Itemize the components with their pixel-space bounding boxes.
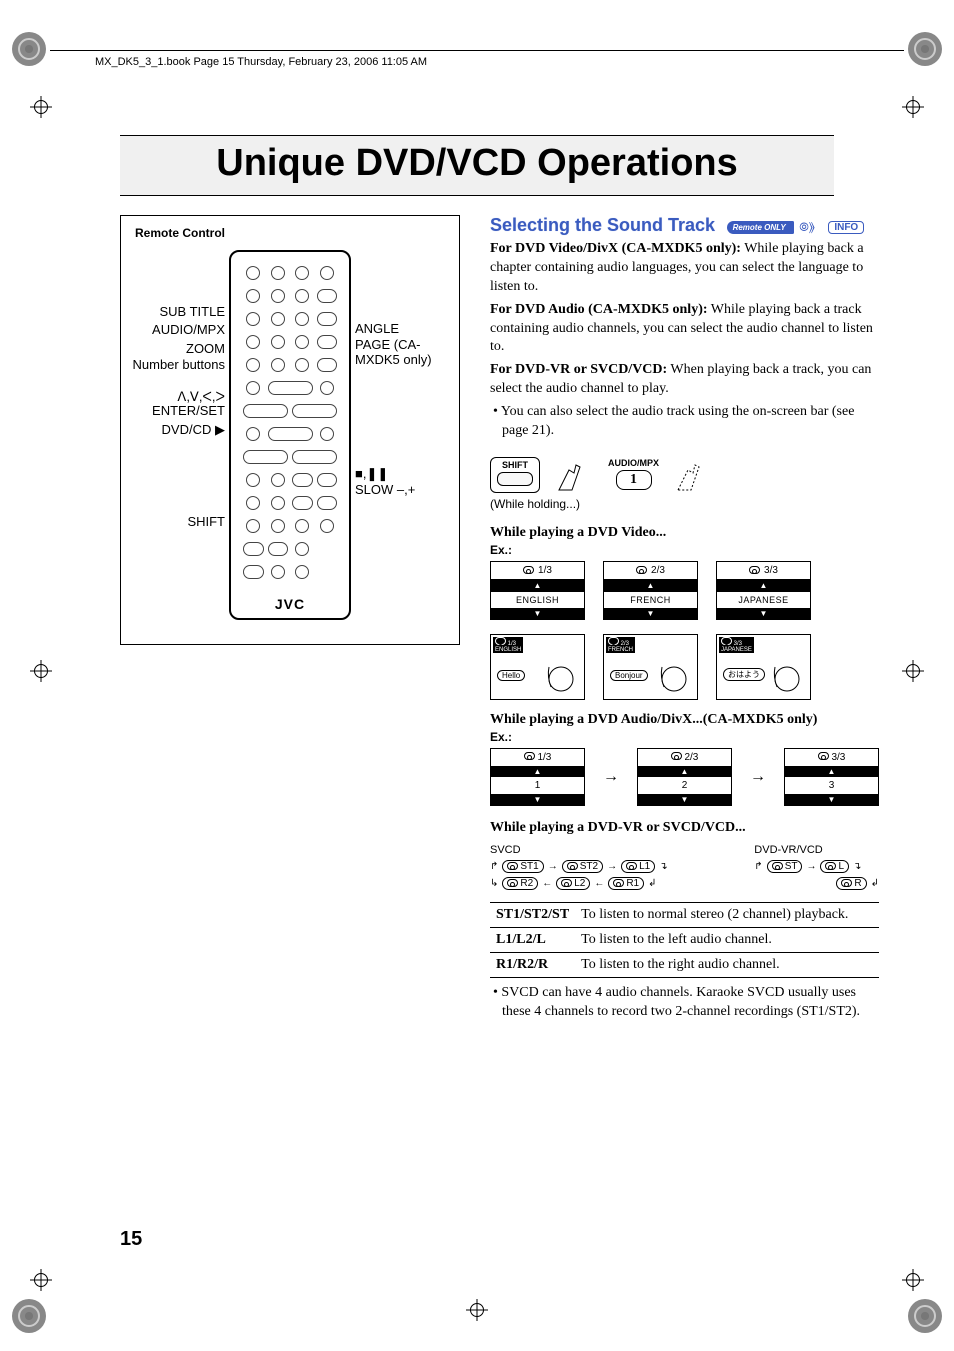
label-stop-pause: ■,❚❚: [355, 467, 455, 481]
lang-item-french: 2/3 ▲ FRENCH ▼: [603, 561, 698, 620]
remote-illustration: JVC: [229, 250, 351, 620]
audio-track-row: 1/3 ▲ 1 ▼ → 2/3 ▲ 2 ▼ → 3/3 ▲ 3 ▼: [490, 748, 879, 806]
header-rule: [50, 50, 904, 51]
audio-item-3: 3/3 ▲ 3 ▼: [784, 748, 879, 806]
remote-control-diagram: Remote Control SUB TITLE AUDIO/MPX ZOOM …: [120, 215, 460, 645]
remote-left-labels: SUB TITLE AUDIO/MPX ZOOM Number buttons …: [125, 250, 225, 620]
broadcast-icon: ⦾⟫: [799, 220, 815, 235]
remote-right-labels: ANGLE PAGE (CA-MXDK5 only) ■,❚❚ SLOW –,+: [355, 250, 455, 620]
channel-description-table: ST1/ST2/STTo listen to normal stereo (2 …: [490, 902, 879, 978]
reg-mark-left-top: [30, 96, 52, 118]
label-audio-mpx: AUDIO/MPX: [125, 323, 225, 337]
finger-icon-right: [673, 455, 713, 495]
audio-item-2: 2/3 ▲ 2 ▼: [637, 748, 732, 806]
left-column: Remote Control SUB TITLE AUDIO/MPX ZOOM …: [120, 215, 460, 1026]
jvc-logo: JVC: [275, 596, 305, 612]
ex-label-1: Ex.:: [490, 543, 879, 557]
content-area: Remote Control SUB TITLE AUDIO/MPX ZOOM …: [120, 215, 834, 1026]
crop-mark-bl: [12, 1299, 46, 1333]
reg-mark-right-top: [902, 96, 924, 118]
reg-mark-right-bot: [902, 1269, 924, 1291]
right-column: Selecting the Sound Track Remote ONLY ⦾⟫…: [490, 215, 879, 1026]
arrow-icon: →: [603, 768, 619, 786]
book-header-text: MX_DK5_3_1.book Page 15 Thursday, Februa…: [95, 56, 427, 68]
info-badge: INFO: [828, 221, 864, 234]
lang-item-japanese: 3/3 ▲ JAPANESE ▼: [716, 561, 811, 620]
remote-only-badge: Remote ONLY: [727, 221, 794, 234]
crop-mark-tr: [908, 32, 942, 66]
crop-mark-tl: [12, 32, 46, 66]
language-indicator-row: 1/3 ▲ ENGLISH ▼ 2/3 ▲ FRENCH ▼ 3/3 ▲ JAP…: [490, 561, 879, 620]
svcd-cycle: SVCD ↱ ST1→ ST2→ L1 ↴ ↳ R2← L2← R1 ↲: [490, 844, 714, 890]
page-number: 15: [120, 1228, 142, 1251]
reg-mark-right-mid: [902, 660, 924, 682]
lang-item-english: 1/3 ▲ ENGLISH ▼: [490, 561, 585, 620]
shift-button-illustration: SHIFT: [490, 457, 540, 493]
label-page: PAGE (CA-MXDK5 only): [355, 338, 455, 367]
reg-mark-bottom-center: [466, 1299, 488, 1321]
table-row: L1/L2/LTo listen to the left audio chann…: [490, 927, 879, 952]
label-zoom: ZOOM: [125, 342, 225, 356]
remote-button-grid: [237, 258, 343, 592]
audio-mpx-button-illustration: AUDIO/MPX 1: [608, 458, 659, 492]
page-title: Unique DVD/VCD Operations: [120, 142, 834, 185]
subhead-dvd-video: While playing a DVD Video...: [490, 525, 879, 541]
label-subtitle: SUB TITLE: [125, 305, 225, 319]
table-row: ST1/ST2/STTo listen to normal stereo (2 …: [490, 902, 879, 927]
bullet-onscreen-bar: You can also select the audio track usin…: [490, 403, 879, 441]
label-angle: ANGLE: [355, 322, 455, 336]
tv-japanese: 3/3JAPANESE おはよう: [716, 634, 811, 700]
section-header-row: Selecting the Sound Track Remote ONLY ⦾⟫…: [490, 215, 879, 236]
subhead-dvd-vr-svcd: While playing a DVD-VR or SVCD/VCD...: [490, 820, 879, 836]
table-row: R1/R2/RTo listen to the right audio chan…: [490, 952, 879, 977]
crop-mark-br: [908, 1299, 942, 1333]
para-dvd-audio: For DVD Audio (CA-MXDK5 only): While pla…: [490, 301, 879, 358]
label-dvd-cd: DVD/CD ▶: [125, 423, 225, 437]
finger-icon-left: [554, 455, 594, 495]
audio-item-1: 1/3 ▲ 1 ▼: [490, 748, 585, 806]
press-diagram: SHIFT AUDIO/MPX 1: [490, 455, 879, 495]
label-shift: SHIFT: [125, 515, 225, 529]
reg-mark-left-mid: [30, 660, 52, 682]
ex-label-2: Ex.:: [490, 730, 879, 744]
tv-french: 2/3FRENCH Bonjour: [603, 634, 698, 700]
dvdvr-cycle: DVD-VR/VCD ↱ ST→ L ↴ R ↲: [754, 844, 879, 890]
arrow-icon: →: [750, 768, 766, 786]
label-number-buttons: Number buttons: [125, 358, 225, 372]
tv-screen-row: 1/3ENGLISH Hello 2/3FRENCH Bonjour 3/3JA…: [490, 634, 879, 700]
section-heading: Selecting the Sound Track: [490, 215, 715, 236]
para-dvd-vr: For DVD-VR or SVCD/VCD: When playing bac…: [490, 361, 879, 399]
reg-mark-left-bot: [30, 1269, 52, 1291]
tv-english: 1/3ENGLISH Hello: [490, 634, 585, 700]
label-slow: SLOW –,+: [355, 483, 455, 497]
cycle-diagrams: SVCD ↱ ST1→ ST2→ L1 ↴ ↳ R2← L2← R1 ↲ DVD…: [490, 844, 879, 890]
subhead-dvd-audio: While playing a DVD Audio/DivX...(CA-MXD…: [490, 712, 879, 728]
while-holding-note: (While holding...): [490, 497, 879, 511]
footnote-svcd: SVCD can have 4 audio channels. Karaoke …: [490, 984, 879, 1022]
label-cursor-enter: ᐱ,ᐯ,ᐸ,ᐳ ENTER/SET: [125, 390, 225, 419]
remote-heading: Remote Control: [135, 226, 455, 240]
page-title-banner: Unique DVD/VCD Operations: [120, 135, 834, 196]
para-dvd-video: For DVD Video/DivX (CA-MXDK5 only): Whil…: [490, 240, 879, 297]
